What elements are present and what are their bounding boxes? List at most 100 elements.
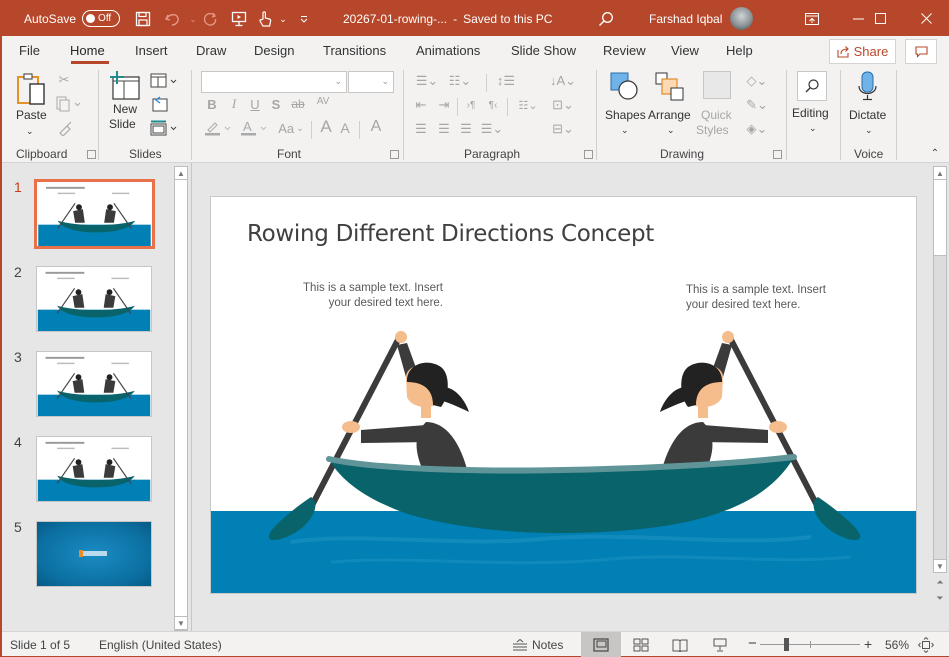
tab-home[interactable]: Home (70, 43, 105, 58)
tab-animations[interactable]: Animations (416, 43, 480, 58)
decrease-font-size-button[interactable]: A (336, 119, 354, 137)
shapes-button[interactable]: Shapes ⌄ (605, 71, 646, 139)
language-indicator[interactable]: English (United States) (99, 638, 222, 652)
scrollbar-thumb[interactable] (933, 178, 947, 256)
slide-thumbnail[interactable] (36, 266, 152, 332)
shape-outline-icon[interactable]: ✎⌄ (742, 96, 772, 114)
shape-effects-icon[interactable]: ◈⌄ (742, 120, 772, 138)
font-color-icon[interactable]: A (240, 119, 270, 137)
bullets-icon[interactable]: ☰⌄ (412, 72, 442, 90)
previous-slide-icon[interactable]: ⏶ (933, 577, 947, 591)
strikethrough-button[interactable]: ab (288, 95, 308, 113)
tab-view[interactable]: View (671, 43, 699, 58)
customize-qat-icon[interactable] (295, 10, 313, 28)
zoom-in-button[interactable]: + (864, 636, 872, 652)
right-to-left-icon[interactable]: ¶‹ (484, 96, 502, 114)
clipboard-dialog-launcher[interactable] (87, 150, 96, 159)
zoom-out-button[interactable]: − (748, 635, 757, 652)
tab-slide-show[interactable]: Slide Show (511, 43, 576, 58)
maximize-icon[interactable] (857, 1, 903, 36)
zoom-level[interactable]: 56% (885, 638, 909, 652)
fit-to-window-button[interactable] (918, 637, 934, 656)
format-painter-icon[interactable] (56, 119, 74, 137)
undo-icon[interactable] (164, 10, 182, 28)
decrease-indent-icon[interactable]: ⇤ (412, 96, 430, 114)
autosave-control[interactable]: AutoSave Off (24, 1, 121, 36)
touch-mode-dropdown-icon[interactable]: ⌄ (274, 10, 292, 28)
align-right-icon[interactable]: ☰ (457, 120, 475, 138)
current-slide[interactable]: Rowing Different Directions Concept This… (210, 196, 917, 594)
change-case-button[interactable]: Aa ⌄ (276, 119, 306, 137)
shape-fill-icon[interactable]: ◇⌄ (742, 72, 772, 90)
cut-icon[interactable]: ✂ (56, 71, 72, 89)
comments-button[interactable] (905, 39, 937, 64)
tab-draw[interactable]: Draw (196, 43, 226, 58)
ribbon-display-options-icon[interactable] (789, 1, 835, 36)
increase-indent-icon[interactable]: ⇥ (435, 96, 453, 114)
tab-review[interactable]: Review (603, 43, 646, 58)
slide-sorter-button[interactable] (621, 632, 661, 657)
align-left-icon[interactable]: ☰ (412, 120, 430, 138)
close-icon[interactable] (903, 1, 949, 36)
font-size-select[interactable]: ⌄ (348, 71, 394, 93)
normal-view-button[interactable] (581, 632, 621, 657)
redo-icon[interactable] (201, 10, 219, 28)
share-button[interactable]: Share (829, 39, 896, 64)
tab-insert[interactable]: Insert (135, 43, 168, 58)
arrange-button[interactable]: Arrange ⌄ (648, 71, 692, 139)
avatar[interactable] (730, 7, 753, 30)
reading-view-button[interactable] (660, 632, 700, 657)
scroll-up-arrow[interactable]: ▲ (933, 166, 947, 180)
font-dialog-launcher[interactable] (390, 150, 399, 159)
justify-icon[interactable]: ☰⌄ (479, 120, 505, 138)
columns-icon[interactable]: ☷⌄ (514, 96, 542, 114)
text-direction-icon[interactable]: ↓A⌄ (549, 72, 577, 90)
copy-icon[interactable] (56, 95, 82, 113)
center-icon[interactable]: ☰ (435, 120, 453, 138)
document-title-area[interactable]: 20267-01-rowing-... - Saved to this PC (343, 1, 552, 36)
character-spacing-button[interactable]: AV (312, 92, 334, 110)
zoom-slider-thumb[interactable] (783, 638, 789, 651)
thumbnail-scrollbar[interactable] (174, 166, 188, 631)
slide-thumbnail[interactable] (36, 351, 152, 417)
new-slide-button[interactable]: New Slide (108, 71, 146, 137)
present-from-beginning-icon[interactable] (230, 10, 248, 28)
next-slide-icon[interactable]: ⏷ (933, 593, 947, 607)
highlight-color-icon[interactable] (204, 119, 234, 137)
dictate-button[interactable]: Dictate ⌄ (847, 71, 889, 139)
tab-transitions[interactable]: Transitions (323, 43, 386, 58)
smartart-icon[interactable]: ⊟⌄ (549, 120, 577, 138)
slide-show-button[interactable] (700, 632, 740, 657)
scroll-down-arrow[interactable]: ▼ (174, 616, 188, 630)
drawing-dialog-launcher[interactable] (773, 150, 782, 159)
editing-button[interactable]: Editing ⌄ (792, 71, 834, 139)
increase-font-size-button[interactable]: A (317, 117, 335, 137)
underline-button[interactable]: U (247, 95, 263, 113)
slide-thumbnail[interactable] (34, 179, 155, 249)
font-name-select[interactable]: ⌄ (201, 71, 347, 93)
slide-thumbnail[interactable] (36, 521, 152, 587)
save-icon[interactable] (134, 10, 152, 28)
scroll-up-arrow[interactable]: ▲ (174, 166, 188, 180)
text-shadow-button[interactable]: S (268, 95, 284, 113)
user-name[interactable]: Farshad Iqbal (649, 1, 722, 36)
paragraph-dialog-launcher[interactable] (584, 150, 593, 159)
quick-styles-button[interactable]: Quick Styles (696, 71, 738, 141)
search-icon[interactable] (597, 10, 615, 28)
reset-slide-icon[interactable] (150, 95, 168, 113)
undo-dropdown-icon[interactable]: ⌄ (184, 10, 202, 28)
clear-formatting-icon[interactable]: A (365, 117, 387, 137)
touch-mode-icon[interactable] (256, 10, 274, 28)
left-to-right-icon[interactable]: ›¶ (462, 96, 480, 114)
numbering-icon[interactable]: ☷⌄ (445, 72, 475, 90)
rowing-illustration[interactable] (211, 197, 917, 594)
autosave-toggle[interactable]: Off (82, 10, 121, 27)
paste-button[interactable]: Paste ⌄ (14, 71, 50, 137)
italic-button[interactable]: I (226, 95, 242, 113)
line-spacing-icon[interactable]: ↕☰ (491, 72, 521, 90)
scroll-down-arrow[interactable]: ▼ (933, 559, 947, 573)
bold-button[interactable]: B (204, 95, 220, 113)
notes-button[interactable]: Notes (512, 632, 563, 657)
tab-file[interactable]: File (19, 43, 40, 58)
slide-thumbnail[interactable] (36, 436, 152, 502)
